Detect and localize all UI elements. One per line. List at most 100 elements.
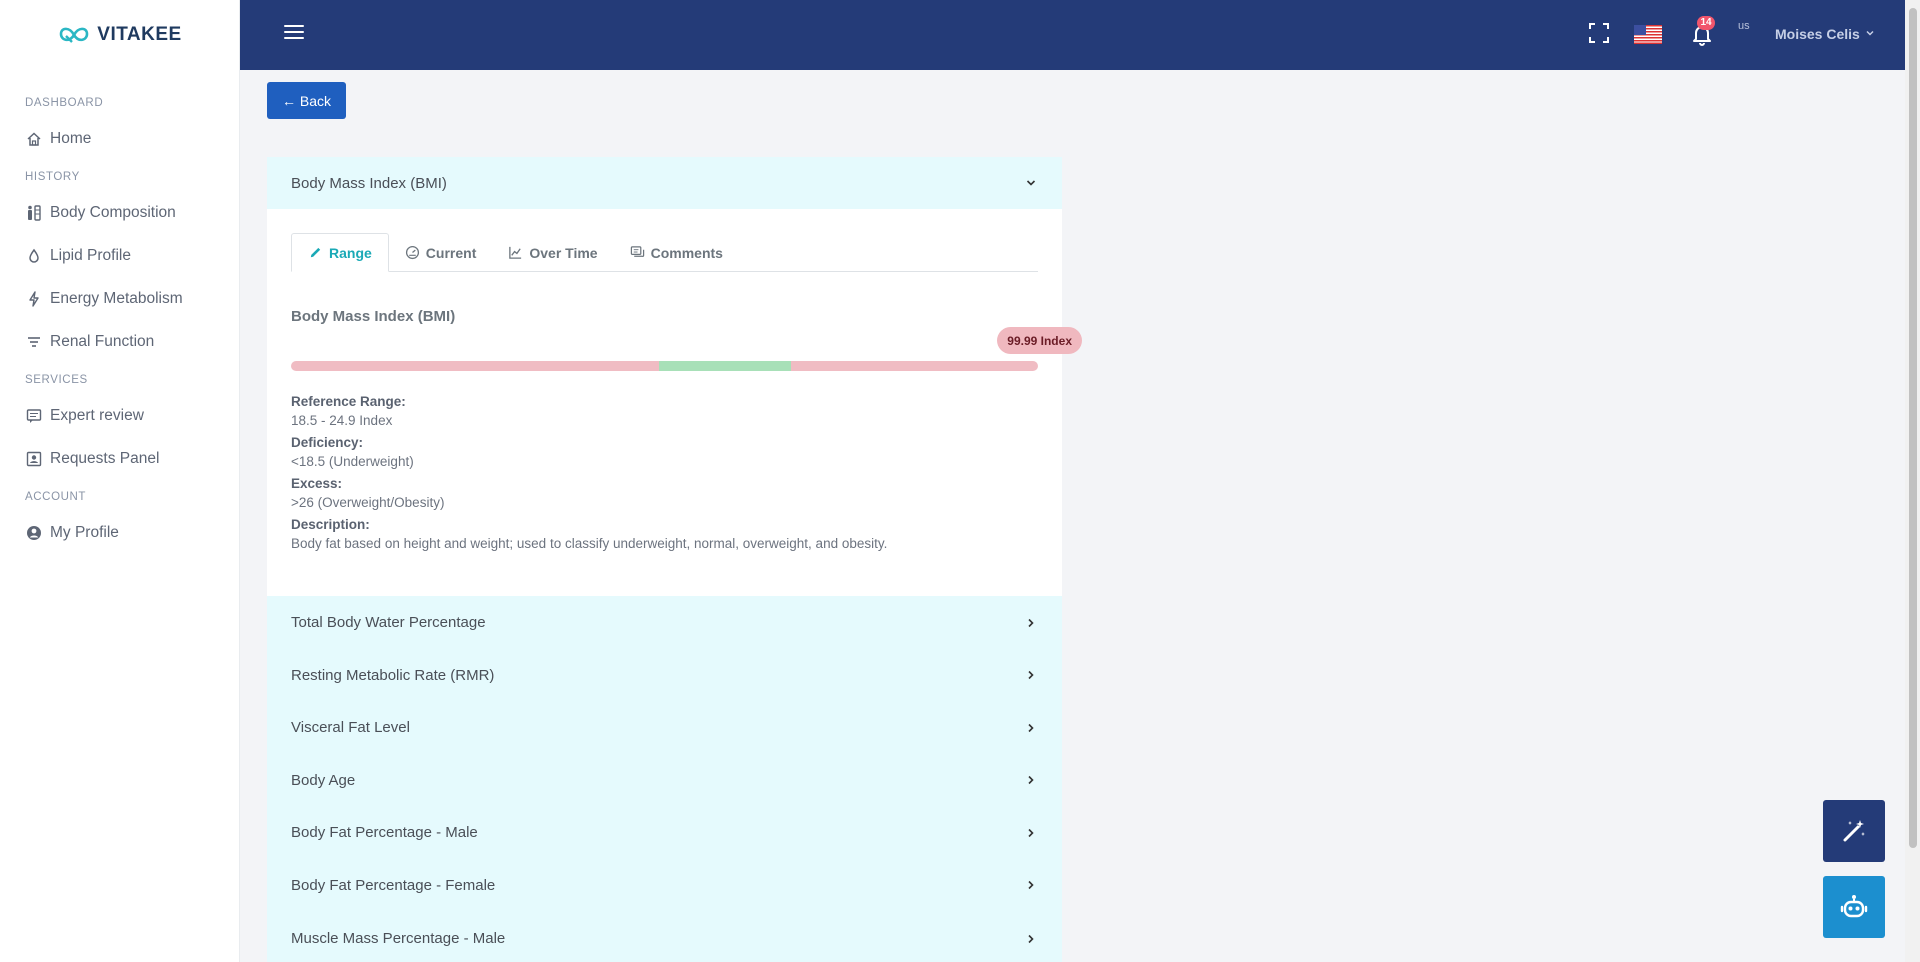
accordion-item-visceral-fat[interactable]: Visceral Fat Level (267, 701, 1062, 754)
us-flag-icon[interactable] (1634, 25, 1662, 44)
comments-icon (630, 246, 644, 257)
magic-wand-icon (1843, 820, 1865, 842)
accordion-item-body-age[interactable]: Body Age (267, 754, 1062, 806)
back-button[interactable]: ← Back (267, 82, 346, 119)
tab-label: Comments (650, 244, 723, 261)
home-icon (26, 131, 42, 147)
filter-icon (26, 334, 42, 350)
description-value: Body fat based on height and weight; use… (291, 536, 888, 551)
line-chart-icon (509, 246, 522, 259)
notification-count-badge: 14 (1697, 16, 1715, 30)
top-navbar: 14 us Moises Celis (240, 0, 1920, 70)
page-scrollbar[interactable] (1905, 0, 1920, 962)
sidebar-item-label: Lipid Profile (50, 246, 131, 264)
user-icon (26, 525, 42, 541)
sidebar-item-label: Expert review (50, 406, 144, 424)
accordion-item-resting-metabolic-rate[interactable]: Resting Metabolic Rate (RMR) (267, 649, 1062, 701)
sidebar-item-home[interactable]: Home (0, 117, 239, 160)
tab-range[interactable]: Range (291, 233, 389, 272)
sidebar-item-body-composition[interactable]: Body Composition (0, 191, 239, 234)
chevron-down-icon (1026, 180, 1036, 186)
accordion-title: Visceral Fat Level (291, 719, 410, 736)
robot-icon (1840, 895, 1868, 918)
chevron-right-icon (1028, 775, 1034, 785)
bmi-accordion-body: Range Current Over Time Comments Body Ma… (267, 209, 1082, 596)
accordion-title: Body Fat Percentage - Female (291, 876, 496, 894)
metric-tabs: Range Current Over Time Comments (291, 233, 1038, 272)
sidebar-item-lipid-profile[interactable]: Lipid Profile (0, 234, 239, 277)
magic-wand-button[interactable] (1823, 800, 1885, 862)
accordion-title: Muscle Mass Percentage - Male (291, 930, 506, 947)
brand-logo[interactable]: VITAKEE (0, 0, 239, 70)
chevron-right-icon (1028, 618, 1034, 627)
bolt-icon (26, 290, 42, 307)
back-button-label: ← Back (281, 92, 331, 109)
metric-title: Body Mass Index (BMI) (291, 308, 456, 325)
tab-label: Range (329, 244, 372, 261)
pencil-icon (310, 247, 321, 258)
nav-section-dashboard: DASHBOARD (25, 97, 104, 109)
accordion-title: Body Age (291, 771, 356, 789)
fullscreen-icon[interactable] (1588, 22, 1610, 44)
user-avatar[interactable]: us (1738, 20, 1750, 32)
range-segment-excess (790, 361, 1038, 371)
tab-current[interactable]: Current (389, 233, 493, 272)
accordion-title: Resting Metabolic Rate (RMR) (291, 666, 495, 684)
sidebar-item-my-profile[interactable]: My Profile (0, 511, 239, 554)
bmi-accordion-header[interactable]: Body Mass Index (BMI) (267, 157, 1062, 209)
chevron-right-icon (1028, 880, 1034, 890)
excess-value: >26 (Overweight/Obesity) (291, 495, 445, 510)
tab-label: Current (425, 244, 477, 261)
chevron-right-icon (1028, 723, 1034, 732)
sidebar-item-label: Requests Panel (50, 449, 160, 467)
chatbot-button[interactable] (1823, 876, 1885, 938)
range-info: Reference Range: 18.5 - 24.9 Index Defic… (291, 394, 1038, 551)
metrics-accordion-list: Total Body Water Percentage Resting Meta… (267, 596, 1062, 962)
chevron-right-icon (1028, 828, 1034, 837)
accordion-title: Total Body Water Percentage (291, 614, 486, 631)
sidebar: VITAKEE DASHBOARD Home HISTORY Body Comp… (0, 0, 240, 962)
range-segment-normal (659, 361, 791, 371)
sidebar-item-label: Energy Metabolism (50, 289, 183, 307)
bmi-accordion: Body Mass Index (BMI) Range Current Over… (267, 157, 1082, 596)
sidebar-item-expert-review[interactable]: Expert review (0, 394, 239, 437)
hamburger-menu-icon[interactable] (284, 25, 304, 43)
description-label: Description: (291, 517, 370, 532)
range-bar: 99.99 Index (291, 327, 1082, 371)
accordion-item-muscle-mass-male[interactable]: Muscle Mass Percentage - Male (267, 911, 1062, 962)
deficiency-value: <18.5 (Underweight) (291, 454, 414, 469)
nav-section-services: SERVICES (25, 374, 88, 386)
inbox-icon (26, 451, 42, 467)
tab-comments[interactable]: Comments (614, 233, 739, 272)
nav-section-history: HISTORY (25, 171, 80, 183)
message-icon (26, 408, 42, 424)
chevron-right-icon (1028, 934, 1034, 943)
chevron-down-icon[interactable] (1865, 28, 1875, 38)
tab-over-time[interactable]: Over Time (492, 233, 613, 272)
sidebar-item-renal-function[interactable]: Renal Function (0, 320, 239, 363)
accordion-item-body-fat-female[interactable]: Body Fat Percentage - Female (267, 859, 1062, 911)
drop-icon (26, 248, 42, 264)
tab-label: Over Time (529, 244, 598, 261)
excess-label: Excess: (291, 476, 343, 491)
nav-section-account: ACCOUNT (25, 491, 87, 503)
range-segment-deficiency (291, 361, 660, 371)
brand-name: VITAKEE (97, 24, 182, 45)
gauge-icon (405, 245, 419, 260)
scrollbar-thumb[interactable] (1909, 8, 1917, 848)
sidebar-item-energy-metabolism[interactable]: Energy Metabolism (0, 277, 239, 320)
user-name[interactable]: Moises Celis (1775, 26, 1860, 42)
accordion-item-total-body-water[interactable]: Total Body Water Percentage (267, 596, 1062, 649)
chevron-right-icon (1028, 670, 1034, 680)
sidebar-item-label: My Profile (50, 523, 119, 541)
reference-range-label: Reference Range: (291, 394, 406, 409)
accordion-title: Body Fat Percentage - Male (291, 824, 478, 841)
sidebar-item-requests-panel[interactable]: Requests Panel (0, 437, 239, 480)
reference-range-value: 18.5 - 24.9 Index (291, 413, 393, 428)
sidebar-item-label: Body Composition (50, 203, 176, 221)
accordion-title: Body Mass Index (BMI) (291, 174, 447, 192)
vitakee-logo-icon (59, 27, 89, 43)
sidebar-item-label: Home (50, 129, 92, 147)
current-value-badge: 99.99 Index (997, 327, 1082, 354)
accordion-item-body-fat-male[interactable]: Body Fat Percentage - Male (267, 806, 1062, 859)
